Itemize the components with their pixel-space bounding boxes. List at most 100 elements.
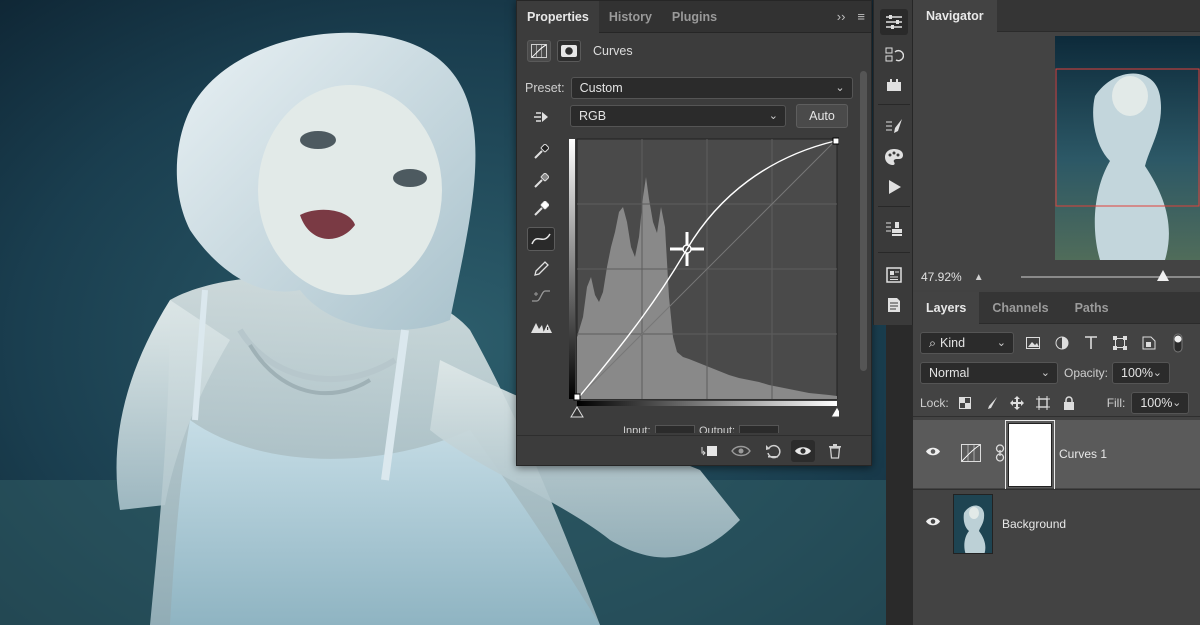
view-previous-state-icon[interactable] <box>729 440 753 462</box>
background-layer-thumbnail[interactable] <box>953 494 993 554</box>
filter-shape-icon[interactable] <box>1110 333 1130 353</box>
curve-point-tool-icon[interactable] <box>527 227 555 251</box>
navigator-thumbnail[interactable] <box>1055 36 1200 260</box>
black-point-eyedropper-icon[interactable] <box>527 140 555 164</box>
delete-adjustment-icon[interactable] <box>823 440 847 462</box>
collapse-panel-button[interactable]: ›› <box>831 9 852 24</box>
preset-value: Custom <box>579 81 623 95</box>
chevron-down-icon: ⌄ <box>996 337 1006 349</box>
properties-tabbar: Properties History Plugins ›› ≡ <box>517 0 871 33</box>
dock-separator <box>878 206 910 207</box>
layer-filter-row: ⌕ Kind ⌄ <box>913 332 1200 354</box>
filter-toggle-switch[interactable] <box>1168 333 1188 353</box>
black-input-slider[interactable] <box>570 406 584 418</box>
gray-point-eyedropper-icon[interactable] <box>527 169 555 193</box>
layer-mask-icon[interactable] <box>557 40 581 62</box>
panel-menu-button[interactable]: ≡ <box>851 9 871 24</box>
white-input-slider[interactable] <box>830 406 844 418</box>
pencil-icon[interactable] <box>527 257 555 281</box>
clipping-warning-icon[interactable] <box>527 315 555 339</box>
tab-plugins[interactable]: Plugins <box>662 1 727 33</box>
on-image-adjust-icon[interactable] <box>527 105 555 129</box>
chevron-down-icon: ⌄ <box>835 82 845 94</box>
curve-white-point[interactable] <box>832 137 840 145</box>
toggle-visibility-eye-icon[interactable] <box>791 440 815 462</box>
input-label: Input: <box>623 425 651 433</box>
filter-adjustment-icon[interactable] <box>1052 333 1072 353</box>
chevron-down-icon: ⌄ <box>1172 397 1182 409</box>
navigator-panel: Navigator 47.92% ▲ <box>913 0 1200 290</box>
lock-position-icon[interactable] <box>1007 393 1027 413</box>
filter-smart-object-icon[interactable] <box>1139 333 1159 353</box>
brush-settings-icon[interactable] <box>880 114 908 140</box>
lock-image-pixels-icon[interactable] <box>981 393 1001 413</box>
curve-black-point[interactable] <box>573 393 581 401</box>
layer-name[interactable]: Curves 1 <box>1059 447 1107 461</box>
smooth-curve-icon[interactable] <box>527 284 555 308</box>
info-panel-icon[interactable] <box>880 262 908 288</box>
color-swatches-icon[interactable] <box>880 144 908 170</box>
adjustments-panel-icon[interactable] <box>880 9 908 35</box>
layer-mask-thumbnail[interactable] <box>1005 420 1055 490</box>
tab-paths[interactable]: Paths <box>1062 292 1122 324</box>
plugins-panel-icon[interactable] <box>880 72 908 98</box>
filter-type-icon[interactable] <box>1081 333 1101 353</box>
lock-fill-row: Lock: Fill: 100% ⌄ <box>913 392 1200 414</box>
zoom-out-icon[interactable]: ▲ <box>974 272 984 283</box>
tab-properties[interactable]: Properties <box>517 0 599 33</box>
fill-label: Fill: <box>1106 396 1126 410</box>
zoom-slider-knob[interactable] <box>1157 270 1170 281</box>
zoom-slider[interactable] <box>1021 270 1200 281</box>
reset-adjustment-icon[interactable] <box>761 440 785 462</box>
mask-link-chain-icon[interactable] <box>995 444 1005 465</box>
layers-tabbar: Layers Channels Paths <box>913 291 1200 324</box>
layers-panel: Layers Channels Paths ⌕ Kind ⌄ Normal ⌄ … <box>913 291 1200 625</box>
layer-row-curves-1[interactable]: Curves 1 <box>913 420 1200 490</box>
lock-artboard-icon[interactable] <box>1033 393 1053 413</box>
dock-separator <box>878 104 910 105</box>
fill-field[interactable]: 100% ⌄ <box>1131 392 1190 414</box>
white-point-eyedropper-icon[interactable] <box>527 197 555 221</box>
adjustment-curves-icon[interactable] <box>527 40 551 62</box>
clip-to-layer-icon[interactable] <box>697 440 721 462</box>
navigator-zoom-row: 47.92% ▲ <box>921 268 1200 286</box>
output-field[interactable] <box>739 425 779 433</box>
clone-source-stamp-icon[interactable] <box>880 216 908 242</box>
input-field[interactable] <box>655 425 695 433</box>
layer-visibility-eye-icon[interactable] <box>925 446 941 460</box>
layer-name[interactable]: Background <box>1002 517 1066 531</box>
tab-channels[interactable]: Channels <box>979 292 1061 324</box>
notes-panel-icon[interactable] <box>880 292 908 318</box>
zoom-value[interactable]: 47.92% <box>921 270 962 284</box>
channel-value: RGB <box>579 109 607 123</box>
layer-row-background[interactable]: Background <box>913 490 1200 558</box>
layer-visibility-eye-icon[interactable] <box>925 516 941 530</box>
curves-graph-svg[interactable] <box>569 137 844 419</box>
filter-kind-select[interactable]: ⌕ Kind ⌄ <box>920 332 1014 354</box>
properties-title: Curves <box>593 44 633 58</box>
lock-transparent-pixels-icon[interactable] <box>955 393 975 413</box>
search-icon: ⌕ <box>929 335 937 350</box>
blend-mode-select[interactable]: Normal ⌄ <box>920 362 1058 384</box>
properties-scrollbar[interactable] <box>860 71 867 371</box>
history-panel-icon[interactable] <box>880 42 908 68</box>
navigator-tabbar: Navigator <box>913 0 1200 32</box>
filter-pixel-icon[interactable] <box>1023 333 1043 353</box>
filter-kind-value: Kind <box>940 336 966 350</box>
auto-button[interactable]: Auto <box>796 104 848 128</box>
preset-row: Preset: Custom ⌄ <box>525 77 853 99</box>
curves-graph[interactable] <box>569 137 844 419</box>
channel-select[interactable]: RGB ⌄ <box>570 105 786 127</box>
preset-select[interactable]: Custom ⌄ <box>570 77 853 99</box>
opacity-field[interactable]: 100% ⌄ <box>1112 362 1171 384</box>
panel-dock-strip <box>873 0 913 325</box>
tab-navigator[interactable]: Navigator <box>913 0 997 32</box>
layers-divider <box>913 416 1200 417</box>
tab-layers[interactable]: Layers <box>913 291 980 324</box>
tab-history[interactable]: History <box>599 1 662 33</box>
blend-opacity-row: Normal ⌄ Opacity: 100% ⌄ <box>913 362 1200 384</box>
lock-all-icon[interactable] <box>1059 393 1079 413</box>
opacity-label: Opacity: <box>1064 366 1109 380</box>
actions-play-icon[interactable] <box>880 174 908 200</box>
fill-value: 100% <box>1140 396 1173 410</box>
